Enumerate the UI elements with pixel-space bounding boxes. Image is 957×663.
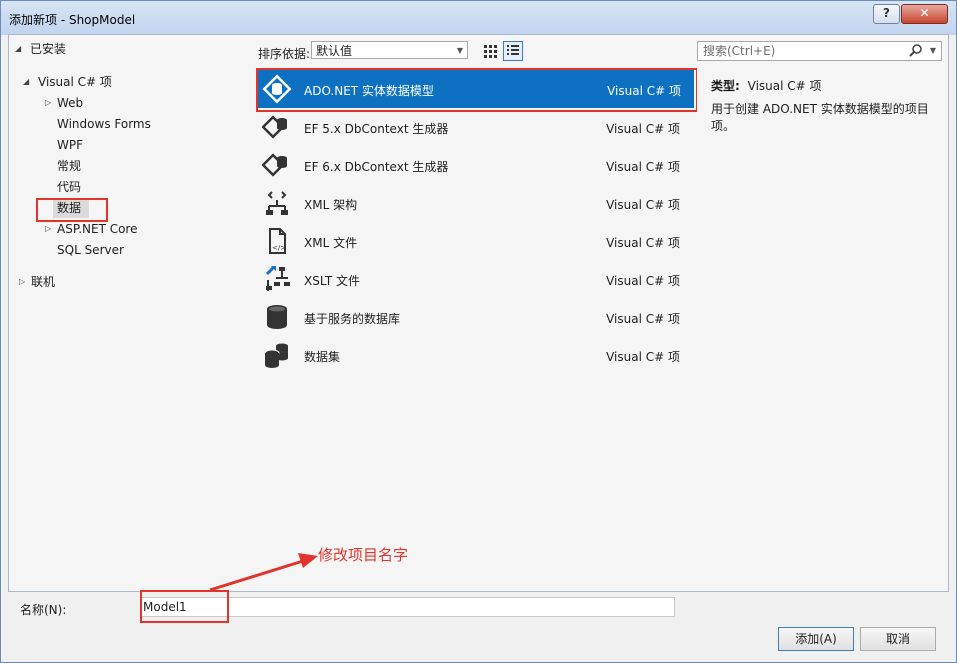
cancel-button[interactable]: 取消	[860, 627, 936, 651]
annotation-arrow	[209, 553, 318, 592]
annotation-text: 修改项目名字	[318, 546, 409, 564]
add-button[interactable]: 添加(A)	[778, 627, 854, 651]
